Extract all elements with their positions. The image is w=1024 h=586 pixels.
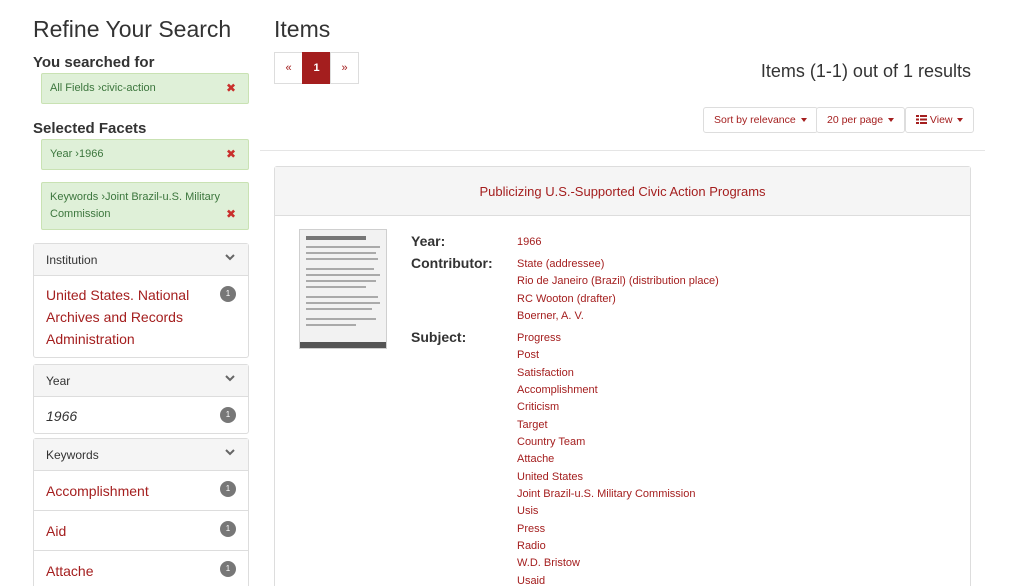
- per-page-dropdown[interactable]: 20 per page: [816, 107, 905, 133]
- document-card: Publicizing U.S.-Supported Civic Action …: [274, 166, 971, 586]
- subject-link[interactable]: Usaid: [517, 575, 545, 586]
- remove-facet-icon[interactable]: ✖: [226, 146, 236, 163]
- per-page-label: 20 per page: [827, 114, 884, 126]
- selected-facets-heading: Selected Facets: [33, 120, 147, 137]
- prev-page-button[interactable]: «: [274, 52, 303, 84]
- searched-for-heading: You searched for: [33, 54, 155, 71]
- constraint-value: 1966: [78, 148, 104, 160]
- chevron-down-icon: [225, 254, 235, 261]
- facet-item-selected[interactable]: 1966: [46, 408, 77, 424]
- document-header: Publicizing U.S.-Supported Civic Action …: [275, 167, 970, 216]
- remove-constraint-icon[interactable]: ✖: [226, 80, 236, 97]
- subject-link[interactable]: Target: [517, 419, 548, 431]
- subject-link[interactable]: W.D. Bristow: [517, 557, 580, 569]
- caret-down-icon: [887, 118, 894, 123]
- view-label: View: [929, 114, 953, 126]
- chevron-down-icon: [225, 375, 235, 382]
- view-dropdown[interactable]: View: [905, 107, 975, 133]
- subject-link[interactable]: United States: [517, 471, 583, 483]
- caret-down-icon: [957, 118, 964, 123]
- count-badge: 1: [220, 561, 236, 577]
- count-badge: 1: [220, 521, 236, 537]
- results-count: Items (1-1) out of 1 results: [760, 61, 971, 81]
- facet-item-link[interactable]: Aid: [46, 523, 66, 539]
- subject-link[interactable]: Press: [517, 523, 545, 535]
- divider: [260, 150, 985, 151]
- document-title-link[interactable]: Publicizing U.S.-Supported Civic Action …: [479, 184, 765, 199]
- facet-header[interactable]: Year: [34, 365, 248, 397]
- facet-item: 1966 1: [34, 397, 248, 435]
- facet-constraint-year: Year ›1966 ✖: [41, 139, 249, 170]
- facet-title: Keywords: [46, 448, 99, 462]
- facet-constraint-keywords: Keywords ›Joint Brazil-u.S. Military Com…: [41, 182, 249, 230]
- subject-link[interactable]: Accomplishment: [517, 384, 598, 396]
- next-page-button[interactable]: »: [330, 52, 359, 84]
- contributor-link[interactable]: Rio de Janeiro (Brazil) (distribution pl…: [517, 275, 719, 287]
- facet-title: Institution: [46, 253, 98, 267]
- facet-item: Accomplishment 1: [34, 471, 248, 510]
- page-button-current[interactable]: 1: [302, 52, 331, 84]
- facet-header[interactable]: Keywords: [34, 439, 248, 471]
- year-value[interactable]: 1966: [517, 236, 541, 248]
- constraint-field: All Fields: [50, 82, 95, 94]
- document-thumbnail[interactable]: [299, 229, 387, 349]
- contributor-link[interactable]: State (addressee): [517, 258, 604, 270]
- count-badge: 1: [220, 286, 236, 302]
- constraint-field: Keywords: [50, 191, 99, 203]
- count-badge: 1: [220, 481, 236, 497]
- facet-item-link[interactable]: Attache: [46, 563, 93, 579]
- contributor-link[interactable]: Boerner, A. V.: [517, 310, 584, 322]
- subject-link[interactable]: Joint Brazil-u.S. Military Commission: [517, 488, 695, 500]
- facet-institution: Institution United States. National Arch…: [33, 243, 249, 358]
- page-title: Items: [274, 16, 331, 42]
- search-constraint: All Fields ›civic-action ✖: [41, 73, 249, 104]
- subject-link[interactable]: Post: [517, 349, 539, 361]
- facet-item: Aid 1: [34, 510, 248, 550]
- facet-year: Year 1966 1: [33, 364, 249, 434]
- remove-facet-icon[interactable]: ✖: [226, 206, 236, 223]
- caret-down-icon: [800, 118, 807, 123]
- facet-keywords: Keywords Accomplishment 1 Aid 1 Attache …: [33, 438, 249, 586]
- subject-link[interactable]: Usis: [517, 505, 538, 517]
- count-badge: 1: [220, 407, 236, 423]
- subject-link[interactable]: Attache: [517, 453, 554, 465]
- sort-dropdown[interactable]: Sort by relevance: [703, 107, 818, 133]
- facet-header[interactable]: Institution: [34, 244, 248, 276]
- subject-link[interactable]: Criticism: [517, 401, 559, 413]
- facet-item-link[interactable]: United States. National Archives and Rec…: [46, 287, 189, 347]
- subject-link[interactable]: Radio: [517, 540, 546, 552]
- constraint-value: civic-action: [101, 82, 156, 94]
- subject-link[interactable]: Satisfaction: [517, 367, 574, 379]
- subject-link[interactable]: Progress: [517, 332, 561, 344]
- facet-title: Year: [46, 374, 71, 388]
- constraint-field: Year: [50, 148, 73, 160]
- field-label-contributor: Contributor:: [411, 255, 493, 271]
- chevron-down-icon: [225, 449, 235, 456]
- list-icon: [916, 115, 927, 124]
- field-label-subject: Subject:: [411, 329, 467, 345]
- pagination: « 1 »: [274, 52, 359, 84]
- field-label-year: Year:: [411, 233, 446, 249]
- subject-link[interactable]: Country Team: [517, 436, 585, 448]
- sidebar-title: Refine Your Search: [33, 16, 232, 42]
- contributor-link[interactable]: RC Wooton (drafter): [517, 293, 616, 305]
- facet-item: Attache 1: [34, 550, 248, 586]
- facet-item-link[interactable]: Accomplishment: [46, 483, 149, 499]
- sort-label: Sort by relevance: [714, 114, 796, 126]
- main-content: Items « 1 » Items (1-1) out of 1 results…: [260, 0, 985, 586]
- facet-item: United States. National Archives and Rec…: [34, 276, 248, 358]
